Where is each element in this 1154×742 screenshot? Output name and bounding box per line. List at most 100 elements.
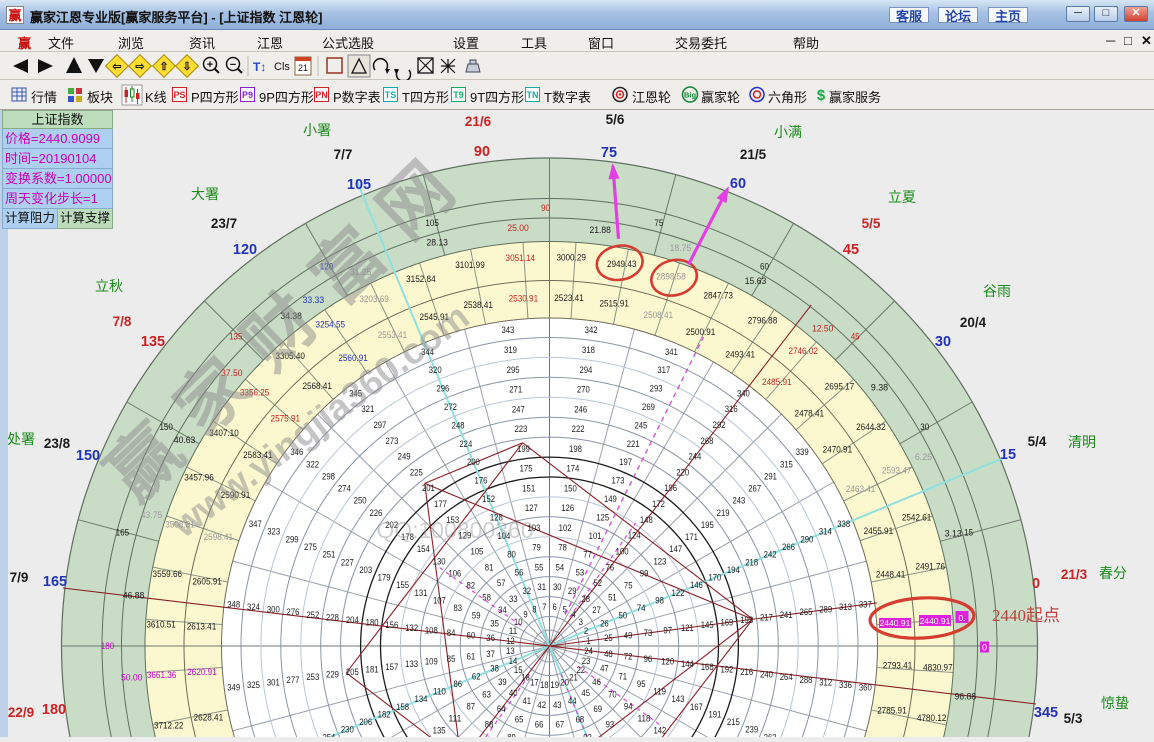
svg-text:2440.91: 2440.91	[920, 616, 951, 626]
svg-text:218: 218	[745, 557, 758, 568]
svg-text:15.63: 15.63	[745, 276, 767, 287]
svg-text:5/6: 5/6	[606, 112, 625, 127]
svg-text:71: 71	[619, 671, 628, 682]
svg-text:79: 79	[532, 543, 541, 554]
svg-text:253: 253	[306, 672, 319, 683]
svg-text:2695.17: 2695.17	[825, 382, 855, 393]
svg-text:299: 299	[286, 534, 299, 545]
svg-text:319: 319	[504, 345, 517, 356]
svg-text:30: 30	[935, 334, 951, 350]
svg-text:149: 149	[604, 494, 617, 505]
svg-text:立夏: 立夏	[888, 189, 916, 205]
svg-text:301: 301	[267, 677, 280, 688]
svg-text:2620.91: 2620.91	[187, 667, 217, 678]
svg-text:240: 240	[760, 670, 773, 681]
svg-text:222: 222	[572, 424, 585, 435]
svg-text:2440.91: 2440.91	[880, 618, 911, 628]
svg-text:111: 111	[448, 714, 461, 725]
svg-text:341: 341	[665, 347, 678, 358]
svg-text:143: 143	[672, 694, 685, 705]
svg-text:20/4: 20/4	[960, 315, 987, 330]
svg-text:30: 30	[920, 422, 929, 433]
svg-text:87: 87	[467, 701, 476, 712]
svg-text:247: 247	[512, 404, 525, 415]
svg-text:147: 147	[669, 544, 682, 555]
svg-text:338: 338	[837, 519, 850, 530]
svg-text:181: 181	[366, 664, 379, 675]
svg-text:180: 180	[42, 702, 66, 718]
svg-text:24: 24	[584, 646, 593, 656]
svg-text:270: 270	[577, 385, 590, 396]
svg-text:45: 45	[843, 242, 859, 258]
svg-text:157: 157	[385, 662, 398, 673]
svg-text:126: 126	[561, 503, 574, 514]
svg-text:⇦: ⇦	[111, 61, 121, 73]
svg-text:227: 227	[341, 557, 354, 568]
svg-text:135: 135	[433, 726, 446, 737]
svg-text:108: 108	[425, 625, 438, 636]
svg-text:313: 313	[839, 602, 852, 613]
svg-text:175: 175	[520, 464, 533, 475]
svg-text:2530.91: 2530.91	[509, 294, 539, 305]
svg-text:2542.61: 2542.61	[902, 512, 932, 523]
svg-text:40: 40	[509, 688, 518, 698]
svg-text:3051.14: 3051.14	[506, 253, 536, 264]
svg-text:342: 342	[585, 325, 598, 336]
svg-text:2644.32: 2644.32	[856, 422, 886, 433]
svg-text:98: 98	[655, 595, 664, 606]
svg-text:96: 96	[644, 654, 653, 665]
svg-text:176: 176	[475, 476, 488, 487]
svg-text:120: 120	[233, 242, 257, 258]
svg-text:197: 197	[619, 457, 632, 468]
svg-text:5: 5	[562, 605, 566, 615]
svg-text:小满: 小满	[774, 124, 802, 140]
svg-text:7/9: 7/9	[10, 570, 29, 585]
svg-text:64: 64	[497, 704, 506, 715]
svg-text:46.88: 46.88	[123, 590, 145, 601]
svg-text:4: 4	[571, 610, 575, 620]
svg-text:19: 19	[550, 680, 559, 690]
svg-text:2746.02: 2746.02	[788, 346, 818, 357]
svg-text:27: 27	[592, 605, 601, 615]
svg-text:2949.43: 2949.43	[607, 259, 637, 270]
svg-text:小署: 小署	[303, 122, 331, 138]
svg-text:292: 292	[713, 420, 726, 431]
svg-text:316: 316	[725, 404, 738, 415]
svg-text:125: 125	[596, 513, 609, 524]
svg-text:12: 12	[506, 636, 515, 646]
svg-text:320: 320	[429, 365, 442, 376]
svg-text:2493.41: 2493.41	[726, 349, 756, 360]
svg-text:21/3: 21/3	[1061, 567, 1088, 582]
svg-text:16: 16	[521, 672, 530, 682]
svg-text:⇨: ⇨	[135, 61, 145, 73]
svg-text:165: 165	[116, 528, 130, 539]
svg-text:121: 121	[681, 623, 694, 634]
svg-text:248: 248	[452, 420, 465, 431]
svg-text:74: 74	[637, 603, 646, 614]
svg-text:38: 38	[490, 664, 499, 674]
svg-text:春分: 春分	[1099, 565, 1127, 581]
svg-text:243: 243	[732, 496, 745, 507]
svg-text:2598.41: 2598.41	[204, 532, 234, 543]
svg-text:314: 314	[819, 527, 832, 538]
svg-text:67: 67	[556, 720, 565, 731]
svg-text:34: 34	[498, 605, 507, 615]
svg-text:119: 119	[653, 687, 666, 698]
svg-text:322: 322	[306, 459, 319, 470]
svg-text:40.63: 40.63	[174, 435, 196, 446]
svg-text:2: 2	[584, 626, 588, 636]
svg-text:60: 60	[467, 631, 476, 642]
svg-text:177: 177	[434, 499, 447, 510]
svg-text:17: 17	[530, 678, 539, 688]
svg-text:49: 49	[624, 631, 633, 642]
svg-text:63: 63	[482, 689, 491, 700]
svg-text:Big: Big	[684, 91, 697, 100]
svg-text:134: 134	[415, 694, 428, 705]
svg-text:124: 124	[628, 531, 641, 542]
svg-text:80: 80	[507, 549, 516, 560]
svg-text:180: 180	[366, 618, 379, 629]
svg-text:2463.41: 2463.41	[846, 484, 876, 495]
svg-text:122: 122	[672, 588, 685, 599]
svg-text:1: 1	[586, 636, 590, 646]
svg-text:291: 291	[764, 471, 777, 482]
